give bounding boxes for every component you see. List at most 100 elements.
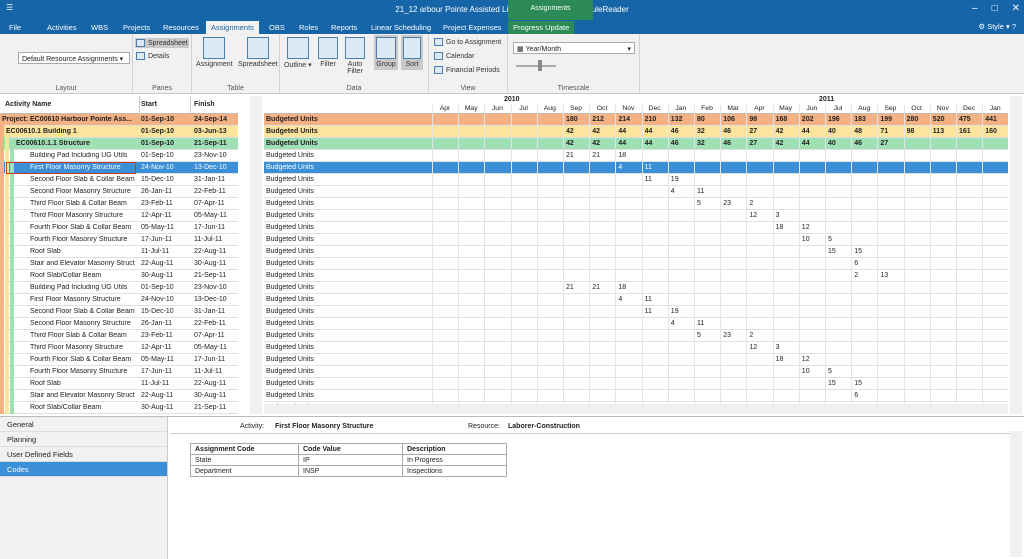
gantt-row[interactable]: Budgeted Units 11 19 bbox=[264, 306, 1008, 318]
activity-row[interactable]: Fourth Floor Slab & Collar Beam 05-May-11… bbox=[0, 222, 238, 234]
gantt-row[interactable]: Budgeted Units 12 3 bbox=[264, 210, 1008, 222]
gantt-row[interactable]: Budgeted Units 18 12 bbox=[264, 222, 1008, 234]
activity-row[interactable]: Third Floor Masonry Structure 12-Apr-11 05… bbox=[0, 342, 238, 354]
activity-row[interactable]: Stair and Elevator Masonry Struct 22-Aug-… bbox=[0, 258, 238, 270]
goto-assignment-button[interactable]: Go to Assignment bbox=[434, 38, 501, 46]
activity-row[interactable]: First Floor Masonry Structure 24-Nov-10 13… bbox=[0, 294, 238, 306]
gantt-row[interactable]: Budgeted Units 21 21 18 bbox=[264, 150, 1008, 162]
menu-roles[interactable]: Roles bbox=[294, 21, 323, 34]
activity-row[interactable]: Roof Slab/Collar Beam 30-Aug-11 21-Sep-11 bbox=[0, 270, 238, 282]
gantt-row[interactable]: Budgeted Units 4 11 bbox=[264, 162, 1008, 174]
activity-row[interactable]: EC00610.1.1 Structure 01-Sep-10 21-Sep-11 bbox=[0, 138, 238, 150]
gantt-row[interactable]: Budgeted Units 21 21 18 bbox=[264, 282, 1008, 294]
outline-button[interactable]: Outline ▾ bbox=[284, 37, 312, 69]
layout-dropdown[interactable]: Default Resource Assignments ▾ bbox=[18, 52, 130, 64]
timescale-slider-thumb[interactable] bbox=[538, 60, 542, 71]
gantt-row[interactable]: Budgeted Units 2 13 bbox=[264, 270, 1008, 282]
activity-row[interactable]: Third Floor Slab & Collar Beam 23-Feb-11 0… bbox=[0, 330, 238, 342]
menu-linear-scheduling[interactable]: Linear Scheduling bbox=[366, 21, 436, 34]
gantt-row[interactable]: Budgeted Units 42 42 44 44 46 32 46 27 42 44 40 46 27 bbox=[264, 138, 1008, 150]
menu-progress-update[interactable]: Progress Update bbox=[508, 21, 575, 34]
activity-row[interactable]: EC00610.1 Building 1 01-Sep-10 03-Jun-13 bbox=[0, 126, 238, 138]
spreadsheet-button[interactable]: Spreadsheet bbox=[238, 37, 278, 68]
menu-reports[interactable]: Reports bbox=[326, 21, 362, 34]
filter-button[interactable]: Filter bbox=[318, 37, 338, 68]
details-tab-planning[interactable]: Planning bbox=[0, 432, 167, 447]
activity-row[interactable]: Building Pad Including UG Utils 01-Sep-10… bbox=[0, 150, 238, 162]
timescale-dropdown[interactable]: ▦ Year/Month ▾ bbox=[513, 42, 635, 54]
activity-row[interactable]: Roof Slab/Collar Beam 30-Aug-11 21-Sep-11 bbox=[0, 402, 238, 414]
details-tab-general[interactable]: General bbox=[0, 417, 167, 432]
gantt-row[interactable]: Budgeted Units 4 11 bbox=[264, 294, 1008, 306]
close-icon[interactable]: ✕ bbox=[1012, 3, 1020, 14]
gantt-row[interactable]: Budgeted Units 10 5 bbox=[264, 366, 1008, 378]
right-pane-scrollbar[interactable] bbox=[1010, 96, 1022, 414]
horizontal-scrollbar[interactable] bbox=[264, 404, 1008, 414]
unit-cell: 27 bbox=[749, 128, 758, 135]
details-pane-toggle[interactable]: Details bbox=[136, 52, 169, 60]
menu-projects[interactable]: Projects bbox=[118, 21, 155, 34]
gantt-row[interactable]: Budgeted Units 180 212 214 210 132 80 106 98 168 2… bbox=[264, 114, 1008, 126]
gantt-row[interactable]: Budgeted Units 10 5 bbox=[264, 234, 1008, 246]
assignment-button[interactable]: Assignment bbox=[196, 37, 233, 68]
gantt-row[interactable]: Budgeted Units 5 23 2 bbox=[264, 198, 1008, 210]
calendar-button[interactable]: Calendar bbox=[434, 52, 474, 60]
activity-row[interactable]: Second Floor Masonry Structure 26-Jan-11 2… bbox=[0, 318, 238, 330]
gantt-row[interactable]: Budgeted Units 5 23 2 bbox=[264, 330, 1008, 342]
details-tab-user-defined-fields[interactable]: User Defined Fields bbox=[0, 447, 167, 462]
activity-row[interactable]: Fourth Floor Slab & Collar Beam 05-May-11… bbox=[0, 354, 238, 366]
menu-resources[interactable]: Resources bbox=[158, 21, 204, 34]
column-activity-name[interactable]: Activity Name bbox=[5, 101, 51, 108]
maximize-icon[interactable]: □ bbox=[992, 3, 998, 14]
gantt-row[interactable]: Budgeted Units 15 15 bbox=[264, 246, 1008, 258]
codes-row[interactable]: Department INSP Inspections bbox=[190, 465, 507, 477]
gantt-row[interactable]: Budgeted Units 6 bbox=[264, 390, 1008, 402]
activity-row[interactable]: Second Floor Masonry Structure 26-Jan-11 2… bbox=[0, 186, 238, 198]
activity-row[interactable]: Project: EC00610 Harbour Pointe Ass... 01… bbox=[0, 114, 238, 126]
sort-button[interactable]: Sort bbox=[401, 35, 423, 70]
activity-row[interactable]: Second Floor Slab & Collar Beam 15-Dec-10… bbox=[0, 306, 238, 318]
activity-row[interactable]: Roof Slab 11-Jul-11 22-Aug-11 bbox=[0, 246, 238, 258]
details-tab-codes[interactable]: Codes bbox=[0, 462, 167, 477]
style-menu[interactable]: ⚙ Style ▾ ? bbox=[978, 22, 1016, 31]
gantt-row[interactable]: Budgeted Units 11 19 bbox=[264, 174, 1008, 186]
gantt-row[interactable]: Budgeted Units 6 bbox=[264, 258, 1008, 270]
gantt-row[interactable]: Budgeted Units 12 3 bbox=[264, 342, 1008, 354]
minimize-icon[interactable]: – bbox=[972, 3, 978, 14]
codes-header[interactable]: Assignment Code bbox=[190, 443, 299, 455]
menu-assignments[interactable]: Assignments bbox=[206, 21, 259, 34]
activity-row[interactable]: Roof Slab 11-Jul-11 22-Aug-11 bbox=[0, 378, 238, 390]
group-button[interactable]: Group bbox=[374, 35, 398, 70]
activity-row[interactable]: Building Pad Including UG Utils 01-Sep-10… bbox=[0, 282, 238, 294]
activity-row[interactable]: Fourth Floor Masonry Structure 17-Jun-11 1… bbox=[0, 366, 238, 378]
codes-header[interactable]: Code Value bbox=[298, 443, 403, 455]
menu-project-expenses[interactable]: Project Expenses bbox=[438, 21, 506, 34]
activity-row[interactable]: Second Floor Slab & Collar Beam 15-Dec-10… bbox=[0, 174, 238, 186]
auto-filter-button[interactable]: Auto Filter bbox=[343, 37, 367, 75]
activity-row[interactable]: Third Floor Masonry Structure 12-Apr-11 05… bbox=[0, 210, 238, 222]
timescale-slider[interactable] bbox=[516, 65, 556, 67]
menu-file[interactable]: File bbox=[4, 21, 26, 34]
codes-header[interactable]: Description bbox=[402, 443, 507, 455]
column-finish[interactable]: Finish bbox=[194, 101, 215, 108]
menu-obs[interactable]: OBS bbox=[264, 21, 290, 34]
spreadsheet-pane-toggle[interactable]: Spreadsheet bbox=[135, 38, 189, 48]
left-pane-scrollbar[interactable] bbox=[250, 96, 262, 414]
menu-activities[interactable]: Activities bbox=[42, 21, 82, 34]
gantt-row[interactable]: Budgeted Units 4 11 bbox=[264, 318, 1008, 330]
activity-row[interactable]: Stair and Elevator Masonry Struct 22-Aug-… bbox=[0, 390, 238, 402]
activity-finish: 22-Feb-11 bbox=[194, 188, 226, 195]
activity-row[interactable]: Third Floor Slab & Collar Beam 23-Feb-11 0… bbox=[0, 198, 238, 210]
codes-row[interactable]: State IP In Progress bbox=[190, 454, 507, 466]
financial-periods-button[interactable]: Financial Periods bbox=[434, 66, 500, 74]
gantt-row[interactable]: Budgeted Units 42 42 44 44 46 32 46 27 42 44 40 48 71… bbox=[264, 126, 1008, 138]
gantt-row[interactable]: Budgeted Units 4 11 bbox=[264, 186, 1008, 198]
details-scrollbar[interactable] bbox=[1010, 431, 1022, 557]
budgeted-units-label: Budgeted Units bbox=[266, 392, 314, 399]
activity-row[interactable]: First Floor Masonry Structure 24-Nov-10 13… bbox=[0, 162, 238, 174]
gantt-row[interactable]: Budgeted Units 18 12 bbox=[264, 354, 1008, 366]
activity-row[interactable]: Fourth Floor Masonry Structure 17-Jun-11 1… bbox=[0, 234, 238, 246]
gantt-row[interactable]: Budgeted Units 15 15 bbox=[264, 378, 1008, 390]
menu-wbs[interactable]: WBS bbox=[86, 21, 113, 34]
column-start[interactable]: Start bbox=[141, 101, 157, 108]
